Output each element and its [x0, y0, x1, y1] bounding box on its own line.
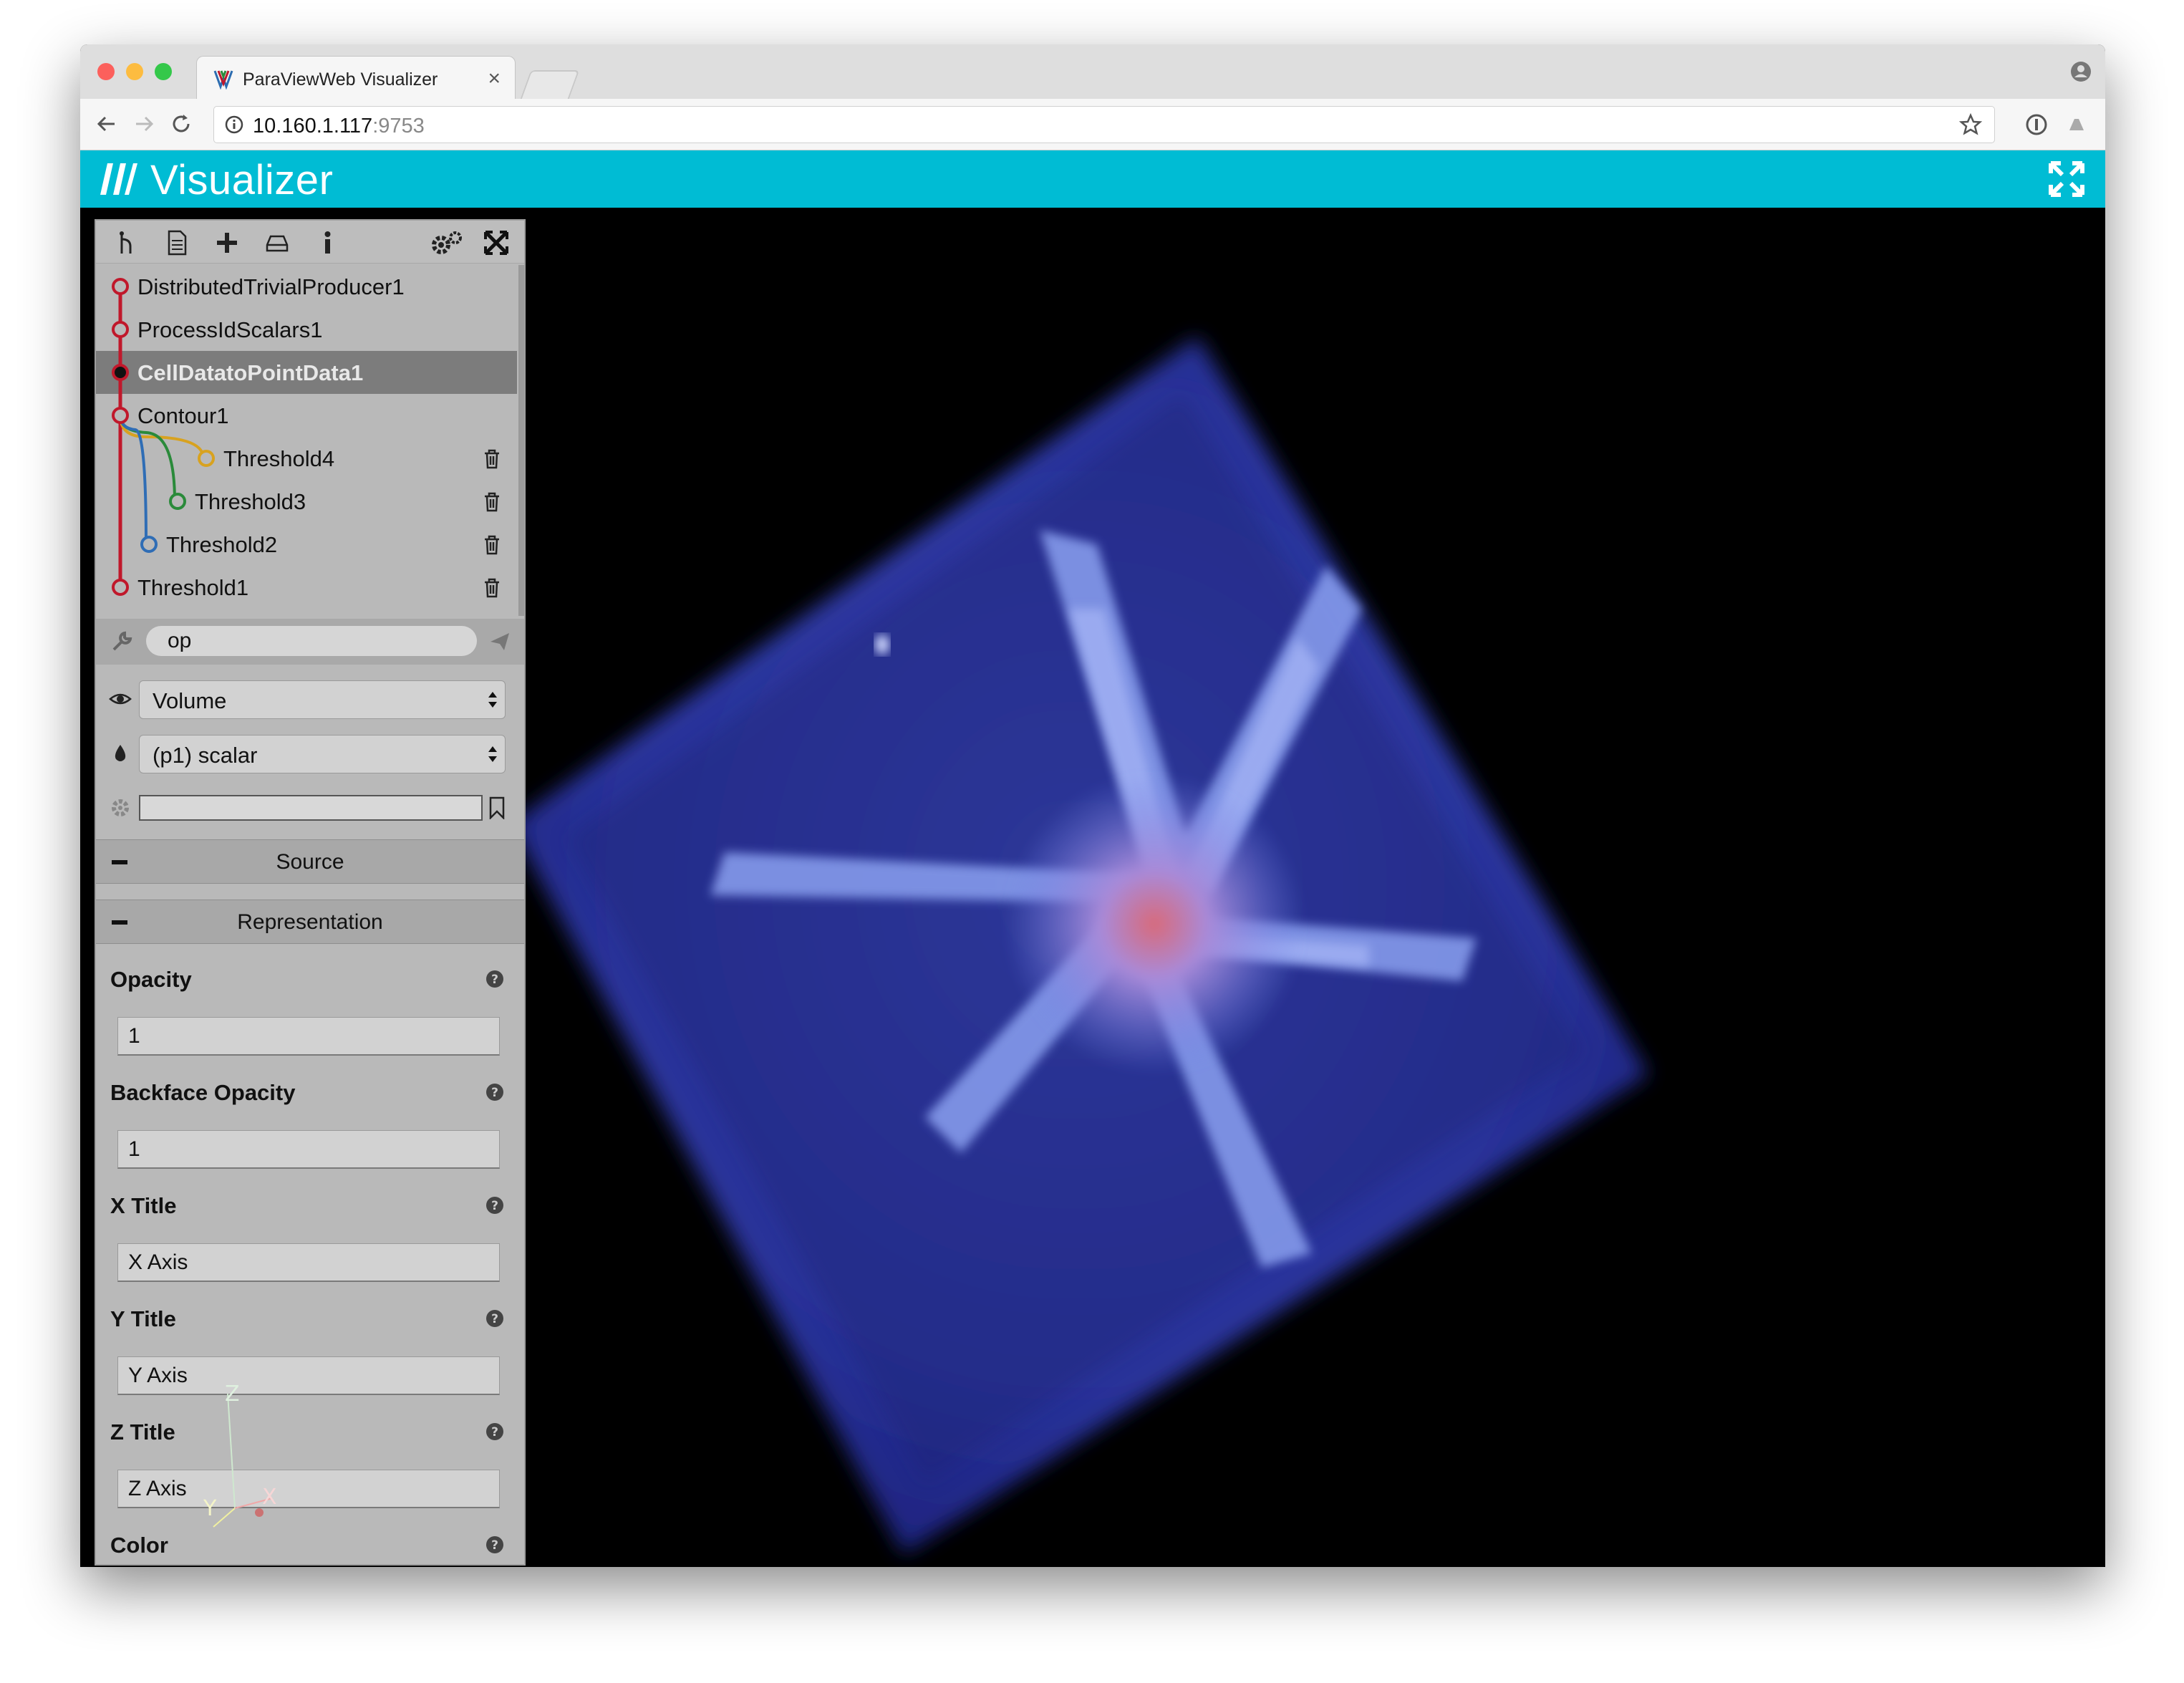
minimize-window-button[interactable]: [126, 63, 143, 80]
profile-icon[interactable]: [2069, 60, 2092, 83]
opacity-label: Opacity: [110, 967, 192, 992]
representation-value: Volume: [153, 688, 227, 713]
color-by-value: (p1) scalar: [153, 743, 258, 768]
tab-title: ParaViewWeb Visualizer: [243, 69, 438, 90]
color-by-select[interactable]: (p1) scalar: [139, 735, 506, 773]
help-icon[interactable]: ?: [485, 1196, 504, 1215]
color-by-row: (p1) scalar: [96, 730, 524, 776]
save-icon[interactable]: [264, 229, 291, 256]
z-axis-label: Z: [225, 1381, 240, 1407]
site-info-icon[interactable]: [224, 115, 244, 135]
extension-1password-icon[interactable]: [2025, 113, 2048, 136]
color-map-bar[interactable]: [139, 795, 483, 821]
representation-section-label: Representation: [237, 910, 383, 934]
orientation-axes[interactable]: Z Y X: [203, 1372, 347, 1537]
browser-titlebar: ParaViewWeb Visualizer ×: [80, 44, 2105, 100]
representation-select[interactable]: Volume: [139, 680, 506, 719]
delete-icon[interactable]: [483, 577, 501, 599]
apply-icon[interactable]: [488, 630, 511, 653]
x-title-label: X Title: [110, 1193, 177, 1218]
gear-icon[interactable]: [109, 796, 132, 819]
app-title: Visualizer: [150, 157, 334, 203]
extension-cloud-icon[interactable]: [2065, 113, 2088, 136]
opacity-input[interactable]: [117, 1017, 500, 1056]
select-arrows-icon: [488, 746, 497, 762]
color-label: Color: [110, 1533, 168, 1558]
close-window-button[interactable]: [97, 63, 115, 80]
x-axis-label: X: [262, 1485, 277, 1510]
tab-close-icon[interactable]: ×: [488, 67, 501, 91]
source-section-header[interactable]: Source: [96, 839, 524, 884]
svg-text:?: ?: [491, 1199, 498, 1213]
droplet-icon: [115, 745, 126, 761]
app-header: Visualizer: [80, 150, 2105, 208]
svg-text:?: ?: [491, 1312, 498, 1326]
maximize-window-button[interactable]: [155, 63, 172, 80]
browser-tab[interactable]: ParaViewWeb Visualizer ×: [196, 56, 516, 100]
delete-icon[interactable]: [483, 448, 501, 470]
z-title-label: Z Title: [110, 1419, 175, 1445]
help-icon[interactable]: ?: [485, 1083, 504, 1101]
add-icon[interactable]: [213, 229, 241, 256]
control-panel: DistributedTrivialProducer1 ProcessIdSca…: [95, 219, 526, 1566]
svg-text:?: ?: [491, 1538, 498, 1553]
back-icon[interactable]: [93, 110, 120, 138]
representation-section-header[interactable]: Representation: [96, 900, 524, 944]
file-icon[interactable]: [163, 229, 190, 256]
svg-text:?: ?: [491, 1425, 498, 1440]
y-axis-label: Y: [203, 1496, 217, 1521]
delete-icon[interactable]: [483, 534, 501, 556]
x-title-input[interactable]: [117, 1243, 500, 1282]
url-text: 10.160.1.117:9753: [253, 115, 425, 138]
paraview-favicon-icon: [213, 70, 233, 90]
bookmark-star-icon[interactable]: [1958, 112, 1983, 137]
backface-opacity-label: Backface Opacity: [110, 1080, 296, 1105]
select-arrows-icon: [488, 692, 497, 708]
help-icon[interactable]: ?: [485, 1535, 504, 1554]
pipeline-node-label: Threshold4: [223, 446, 335, 471]
backface-opacity-input[interactable]: [117, 1130, 500, 1169]
forward-icon[interactable]: [130, 110, 158, 138]
settings-icon[interactable]: [430, 229, 464, 256]
render-viewport[interactable]: DistributedTrivialProducer1 ProcessIdSca…: [80, 208, 2105, 1567]
eye-icon[interactable]: [109, 688, 132, 710]
y-title-label: Y Title: [110, 1306, 176, 1331]
property-search-input[interactable]: [146, 626, 477, 656]
property-search-row: [96, 619, 524, 665]
browser-window: ParaViewWeb Visualizer × 10.160.1.117:97…: [80, 44, 2105, 1567]
new-tab-button[interactable]: [520, 70, 580, 99]
help-icon[interactable]: ?: [485, 970, 504, 988]
pipeline-icon[interactable]: [113, 229, 140, 256]
source-section-label: Source: [276, 850, 344, 874]
help-icon[interactable]: ?: [485, 1309, 504, 1328]
representation-row: Volume: [96, 676, 524, 722]
color-map-row: [96, 785, 524, 831]
extension-puzzle-icon[interactable]: [2104, 113, 2105, 136]
pipeline-tree-lines: [112, 278, 215, 596]
fullscreen-icon[interactable]: [2047, 159, 2087, 199]
node-dot: [112, 278, 129, 295]
reload-icon[interactable]: [168, 110, 195, 138]
address-bar[interactable]: 10.160.1.117:9753: [213, 106, 1995, 143]
pipeline-scrollbar[interactable]: [518, 265, 524, 616]
wrench-icon[interactable]: [110, 630, 133, 653]
bookmark-icon[interactable]: [488, 796, 506, 819]
panel-toolbar: [96, 221, 524, 264]
pipeline-browser: DistributedTrivialProducer1 ProcessIdSca…: [96, 265, 517, 616]
info-icon[interactable]: [314, 229, 341, 256]
collapse-icon[interactable]: [483, 229, 510, 256]
delete-icon[interactable]: [483, 491, 501, 513]
kitware-logo-icon: [100, 163, 137, 195]
browser-toolbar: 10.160.1.117:9753: [80, 99, 2105, 150]
help-icon[interactable]: ?: [485, 1422, 504, 1441]
svg-text:?: ?: [491, 1086, 498, 1100]
svg-text:?: ?: [491, 973, 498, 987]
